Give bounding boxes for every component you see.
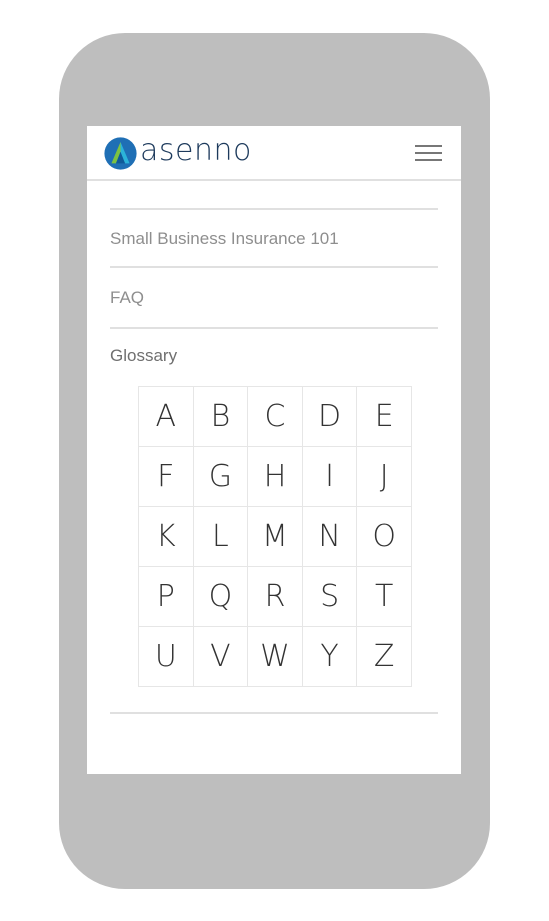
glossary-letter-c[interactable]: C bbox=[248, 387, 303, 447]
glossary-letter-u[interactable]: U bbox=[139, 627, 194, 687]
glossary-letter-l[interactable]: L bbox=[193, 507, 249, 567]
nav-divider bbox=[110, 266, 438, 268]
glossary-letter-t[interactable]: T bbox=[357, 567, 412, 627]
glossary-letter-n[interactable]: N bbox=[302, 507, 358, 567]
phone-screen: asenno Small Business Insurance 101 FAQ … bbox=[87, 126, 461, 774]
glossary-letter-h[interactable]: H bbox=[248, 447, 303, 507]
glossary-letter-v[interactable]: V bbox=[193, 627, 249, 687]
nav-divider bbox=[110, 208, 438, 210]
asenno-logo-icon bbox=[104, 136, 137, 170]
nav-link-faq[interactable]: FAQ bbox=[110, 288, 144, 308]
hamburger-menu-button[interactable] bbox=[413, 142, 445, 164]
glossary-letter-j[interactable]: J bbox=[357, 447, 412, 507]
hamburger-icon-line bbox=[415, 145, 442, 147]
brand-name: asenno bbox=[140, 133, 252, 168]
glossary-letter-g[interactable]: G bbox=[193, 447, 249, 507]
glossary-title: Glossary bbox=[110, 346, 178, 365]
glossary-letter-k[interactable]: K bbox=[139, 507, 194, 567]
nav-divider bbox=[110, 712, 438, 714]
brand-logo[interactable]: asenno bbox=[104, 133, 252, 171]
glossary-letter-e[interactable]: E bbox=[357, 387, 412, 447]
glossary-letter-p[interactable]: P bbox=[139, 567, 194, 627]
site-header: asenno bbox=[87, 126, 461, 181]
nav-divider bbox=[110, 327, 438, 329]
nav-link-small-business-insurance-101[interactable]: Small Business Insurance 101 bbox=[110, 229, 339, 249]
glossary-letter-b[interactable]: B bbox=[193, 387, 249, 447]
hamburger-icon-line bbox=[415, 152, 442, 154]
glossary-letter-d[interactable]: D bbox=[302, 387, 358, 447]
glossary-letter-a[interactable]: A bbox=[139, 387, 194, 447]
glossary-letter-m[interactable]: M bbox=[248, 507, 303, 567]
glossary-letter-r[interactable]: R bbox=[248, 567, 303, 627]
glossary-letter-grid: ABCDE FGHIJ KLMNO PQRST UVWYZ bbox=[138, 386, 412, 687]
glossary-letter-q[interactable]: Q bbox=[193, 567, 249, 627]
glossary-letter-z[interactable]: Z bbox=[357, 627, 412, 687]
hamburger-icon-line bbox=[415, 159, 442, 161]
glossary-letter-o[interactable]: O bbox=[357, 507, 412, 567]
glossary-letter-i[interactable]: I bbox=[302, 447, 358, 507]
glossary-letter-w[interactable]: W bbox=[248, 627, 303, 687]
glossary-letter-y[interactable]: Y bbox=[302, 627, 358, 687]
glossary-letter-f[interactable]: F bbox=[139, 447, 194, 507]
glossary-letter-s[interactable]: S bbox=[302, 567, 358, 627]
